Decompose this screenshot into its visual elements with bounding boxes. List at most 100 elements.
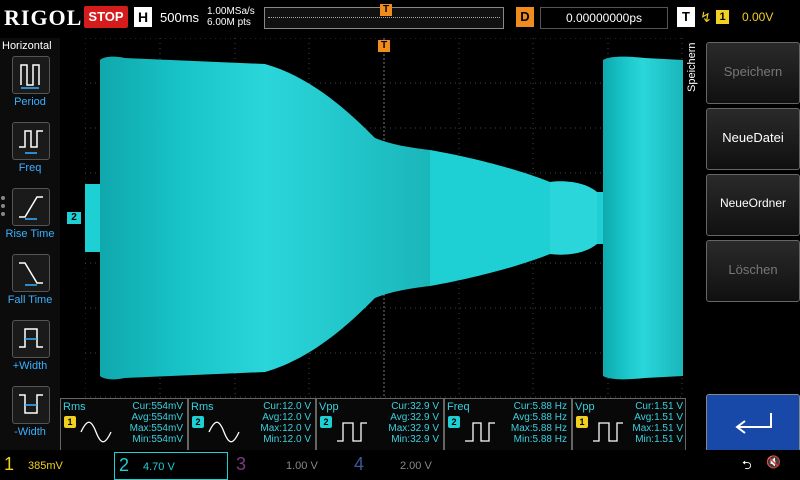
timebase-label: H — [134, 7, 152, 27]
pulse-icon — [465, 422, 495, 442]
measurement-rms-ch1[interactable]: Rms 1 Cur:554mV Avg:554mV Max:554mV Min:… — [60, 398, 188, 452]
memory-overview-strip: T — [264, 4, 504, 29]
delay-value[interactable]: 0.00000000ps — [540, 7, 668, 29]
measurement-name: Rms — [63, 401, 86, 413]
new-file-button[interactable]: NeueDatei — [706, 108, 800, 170]
stat-min: Min:12.0 V — [263, 434, 311, 445]
measurement-channel: 2 — [192, 416, 204, 428]
measure-rise-time-label: Rise Time — [5, 228, 55, 240]
measure-fall-time[interactable]: Fall Time — [0, 254, 60, 316]
pos-width-icon — [12, 320, 50, 358]
horizontal-measure-panel: Horizontal Period Freq Rise Time Fall Ti… — [0, 38, 60, 450]
measure-pos-width-label: +Width — [12, 360, 48, 372]
stat-cur: Cur:554mV — [132, 401, 183, 412]
channel-status-bar: 1 385mV 2 4.70 V 3 1.00 V 4 2.00 V ⮌ 🔇 — [0, 450, 800, 480]
stat-cur: Cur:1.51 V — [635, 401, 683, 412]
rising-edge-icon: ↯ — [700, 9, 712, 25]
new-folder-button-label: NeueOrdner — [719, 196, 787, 210]
channel-2-marker[interactable]: 2 — [67, 212, 81, 224]
delete-button-label: Löschen — [728, 262, 778, 277]
timebase-value[interactable]: 500ms — [160, 10, 199, 25]
measure-fall-time-label: Fall Time — [7, 294, 53, 306]
measurement-name: Vpp — [575, 401, 595, 413]
stat-max: Max:32.9 V — [388, 423, 439, 434]
measurement-stats: Cur:32.9 V Avg:32.9 V Max:32.9 V Min:32.… — [371, 401, 439, 445]
fall-time-icon — [12, 254, 50, 292]
trigger-level[interactable]: 0.00V — [742, 10, 773, 24]
trigger-position-marker: T — [380, 4, 392, 16]
channel-2-status[interactable]: 2 4.70 V — [114, 452, 228, 480]
stat-min: Min:1.51 V — [635, 434, 683, 445]
save-button[interactable]: Speichern — [706, 42, 800, 104]
measurement-name: Freq — [447, 401, 470, 413]
rise-time-icon — [12, 188, 50, 226]
rigol-logo: RIGOL — [4, 5, 83, 30]
waveform-display[interactable] — [85, 38, 683, 398]
enter-button[interactable] — [706, 394, 800, 452]
channel-2-number: 2 — [119, 455, 130, 475]
stat-avg: Avg:5.88 Hz — [512, 412, 567, 423]
measurement-channel: 1 — [64, 416, 76, 428]
stat-cur: Cur:12.0 V — [263, 401, 311, 412]
delay-label: D — [516, 7, 534, 27]
enter-icon — [735, 413, 772, 434]
measure-rise-time[interactable]: Rise Time — [0, 188, 60, 250]
measurement-freq-ch2[interactable]: Freq 2 Cur:5.88 Hz Avg:5.88 Hz Max:5.88 … — [444, 398, 572, 452]
channel-1-scale: 385mV — [28, 460, 63, 472]
channel-3-status[interactable]: 3 1.00 V — [232, 452, 344, 478]
stat-cur: Cur:5.88 Hz — [513, 401, 567, 412]
measurement-stats: Cur:5.88 Hz Avg:5.88 Hz Max:5.88 Hz Min:… — [499, 401, 567, 445]
usb-icon: ⮌ — [742, 458, 752, 472]
measure-freq[interactable]: Freq — [0, 122, 60, 184]
run-stop-indicator[interactable]: STOP — [84, 6, 128, 28]
channel-4-scale: 2.00 V — [400, 460, 432, 472]
measurement-channel: 2 — [320, 416, 332, 428]
stat-min: Min:32.9 V — [391, 434, 439, 445]
channel-1-status[interactable]: 1 385mV — [0, 452, 112, 478]
sine-wave-icon — [208, 421, 240, 443]
channel-4-status[interactable]: 4 2.00 V — [350, 452, 462, 478]
stat-max: Max:1.51 V — [632, 423, 683, 434]
delete-button[interactable]: Löschen — [706, 240, 800, 302]
top-status-bar: RIGOL STOP H 500ms 1.00MSa/s 6.00M pts T… — [0, 0, 800, 38]
channel-4-number: 4 — [354, 454, 365, 474]
freq-icon — [12, 122, 50, 160]
measure-neg-width[interactable]: -Width — [0, 386, 60, 448]
stat-avg: Avg:32.9 V — [390, 412, 439, 423]
channel-1-number: 1 — [4, 454, 15, 474]
square-wave-icon — [337, 422, 367, 442]
sine-wave-icon — [80, 421, 112, 443]
period-icon — [12, 56, 50, 94]
measure-neg-width-label: -Width — [14, 426, 46, 438]
channel-3-scale: 1.00 V — [286, 460, 318, 472]
trigger-time-marker[interactable]: T — [378, 40, 390, 52]
sample-rate-info: 1.00MSa/s 6.00M pts — [207, 6, 255, 28]
measurement-vpp-ch1[interactable]: Vpp 1 Cur:1.51 V Avg:1.51 V Max:1.51 V M… — [572, 398, 686, 452]
stat-avg: Avg:12.0 V — [262, 412, 311, 423]
new-file-button-label: NeueDatei — [722, 130, 784, 145]
measure-pos-width[interactable]: +Width — [0, 320, 60, 382]
sample-rate: 1.00MSa/s — [207, 6, 255, 17]
measurement-stats: Cur:554mV Avg:554mV Max:554mV Min:554mV — [115, 401, 183, 445]
neg-width-icon — [12, 386, 50, 424]
measure-freq-label: Freq — [18, 162, 42, 174]
menu-title: Speichern — [686, 42, 698, 92]
measurement-strip: Rms 1 Cur:554mV Avg:554mV Max:554mV Min:… — [60, 398, 686, 452]
stat-min: Min:554mV — [132, 434, 183, 445]
storage-menu-panel: Speichern Speichern NeueDatei NeueOrdner… — [686, 38, 800, 452]
trigger-label: T — [677, 7, 695, 27]
stat-min: Min:5.88 Hz — [513, 434, 567, 445]
measurement-name: Rms — [191, 401, 214, 413]
channel-2-scale: 4.70 V — [143, 461, 175, 473]
measurement-name: Vpp — [319, 401, 339, 413]
measurement-rms-ch2[interactable]: Rms 2 Cur:12.0 V Avg:12.0 V Max:12.0 V M… — [188, 398, 316, 452]
measurement-stats: Cur:1.51 V Avg:1.51 V Max:1.51 V Min:1.5… — [627, 401, 683, 445]
new-folder-button[interactable]: NeueOrdner — [706, 174, 800, 236]
measurement-channel: 1 — [576, 416, 588, 428]
memory-depth: 6.00M pts — [207, 17, 251, 28]
measurement-stats: Cur:12.0 V Avg:12.0 V Max:12.0 V Min:12.… — [243, 401, 311, 445]
stat-max: Max:12.0 V — [260, 423, 311, 434]
stat-avg: Avg:554mV — [131, 412, 183, 423]
measure-period[interactable]: Period — [0, 56, 60, 118]
measurement-vpp-ch2[interactable]: Vpp 2 Cur:32.9 V Avg:32.9 V Max:32.9 V M… — [316, 398, 444, 452]
